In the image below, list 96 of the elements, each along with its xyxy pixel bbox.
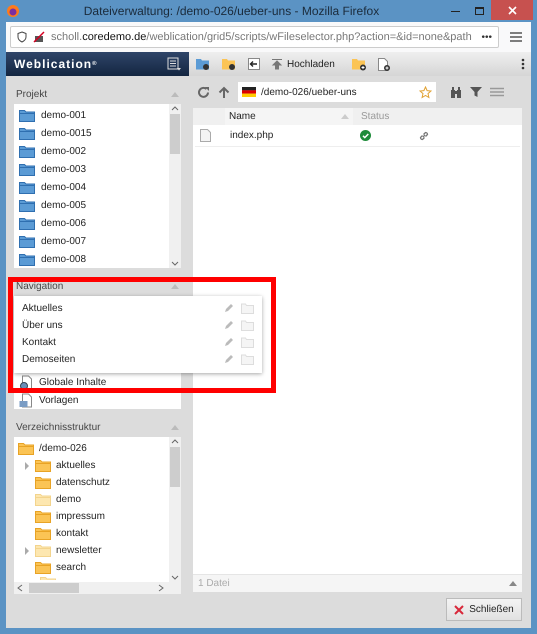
new-file-icon[interactable] bbox=[376, 56, 391, 72]
window-title: Dateiverwaltung: /demo-026/ueber-uns - Mozilla Firefox bbox=[82, 3, 380, 20]
folder-icon bbox=[19, 162, 35, 176]
path-field[interactable]: /demo-026/ueber-uns bbox=[238, 82, 436, 102]
project-item[interactable]: demo-002 bbox=[14, 142, 169, 160]
navigation-entry[interactable]: Aktuelles bbox=[22, 301, 224, 316]
folder-icon bbox=[19, 198, 35, 212]
globe-page-icon bbox=[19, 374, 33, 390]
new-folder-icon[interactable] bbox=[350, 57, 367, 71]
folder-settings-icon[interactable] bbox=[221, 57, 237, 71]
tree-item[interactable]: datenschutz bbox=[14, 474, 169, 491]
tree-item[interactable]: search bbox=[14, 559, 169, 576]
navigation-entry[interactable]: Demoseiten bbox=[22, 352, 224, 367]
project-item[interactable]: demo-006 bbox=[14, 214, 169, 232]
navigation-entry[interactable]: Kontakt bbox=[22, 335, 224, 350]
section-title: Verzeichnisstruktur bbox=[16, 420, 100, 434]
folder-icon bbox=[18, 442, 34, 455]
folder-icon bbox=[19, 126, 35, 140]
project-item[interactable]: demo-001 bbox=[14, 106, 169, 124]
tree-item[interactable]: newsletter bbox=[14, 542, 169, 559]
filter-icon[interactable] bbox=[470, 86, 482, 98]
folder-icon bbox=[19, 234, 35, 248]
folder-icon bbox=[35, 527, 51, 540]
tree-item[interactable]: aktuelles bbox=[14, 457, 169, 474]
close-icon bbox=[454, 604, 464, 614]
folder-icon bbox=[35, 476, 51, 489]
url-text: scholl.coredemo.de/weblication/grid5/scripts/wFileselector.php?action=&id=none&path bbox=[51, 30, 473, 45]
browser-logo-icon bbox=[6, 4, 20, 18]
menu-icon[interactable] bbox=[509, 31, 523, 43]
close-dialog-button[interactable]: Schließen bbox=[446, 598, 522, 621]
project-item[interactable]: demo-008 bbox=[14, 250, 169, 268]
scrollbar[interactable] bbox=[169, 437, 181, 582]
collapse-icon[interactable] bbox=[171, 92, 179, 96]
folder-icon[interactable] bbox=[241, 337, 254, 348]
sort-icon bbox=[341, 114, 349, 119]
navigation-entry[interactable]: Über uns bbox=[22, 318, 224, 333]
project-item[interactable]: demo-004 bbox=[14, 178, 169, 196]
scroll-left-icon bbox=[17, 584, 23, 592]
tree-item[interactable]: impressum bbox=[14, 508, 169, 525]
section-title: Navigation bbox=[16, 280, 64, 294]
menu-list-icon[interactable] bbox=[167, 57, 181, 71]
folder-icon bbox=[35, 493, 51, 506]
navigation-item[interactable]: Vorlagen bbox=[14, 391, 181, 409]
close-icon bbox=[508, 6, 516, 14]
scrollbar[interactable] bbox=[169, 104, 181, 268]
more-actions-button[interactable]: ••• bbox=[481, 30, 492, 44]
section-title: Projekt bbox=[16, 88, 48, 102]
close-button[interactable] bbox=[491, 0, 533, 20]
binoculars-icon[interactable] bbox=[450, 86, 462, 98]
tree-item[interactable]: kontakt bbox=[14, 525, 169, 542]
file-icon bbox=[200, 129, 211, 142]
folder-icon bbox=[19, 180, 35, 194]
project-item[interactable]: demo-003 bbox=[14, 160, 169, 178]
folder-icon bbox=[19, 108, 35, 122]
file-count: 1 Datei bbox=[198, 577, 230, 591]
folder-icon bbox=[19, 252, 35, 266]
project-item[interactable]: demo-007 bbox=[14, 232, 169, 250]
insecure-lock-icon bbox=[33, 31, 45, 43]
expand-caret-icon[interactable] bbox=[24, 462, 30, 470]
brand-logo: Weblication$^{®}$ bbox=[14, 56, 98, 73]
folder-icon[interactable] bbox=[241, 320, 254, 331]
folder-icon bbox=[19, 144, 35, 158]
up-arrow-icon[interactable] bbox=[218, 86, 230, 98]
url-field[interactable]: scholl.coredemo.de/weblication/grid5/scripts/wFileselector.php?action=&id=none&path ••• bbox=[10, 26, 499, 48]
folder-settings-icon[interactable] bbox=[195, 57, 211, 71]
project-item[interactable]: demo-0015 bbox=[14, 124, 169, 142]
folder-icon bbox=[35, 510, 51, 523]
navigation-item[interactable]: Globale Inhalte bbox=[14, 373, 181, 391]
refresh-icon[interactable] bbox=[197, 86, 210, 98]
file-name[interactable]: index.php bbox=[230, 128, 358, 143]
tree-item[interactable]: /demo-026 bbox=[14, 440, 169, 457]
folder-icon bbox=[35, 544, 51, 557]
folder-icon bbox=[35, 561, 51, 574]
shield-icon bbox=[17, 31, 27, 43]
folder-icon bbox=[35, 459, 51, 472]
expand-caret-icon[interactable] bbox=[24, 546, 30, 554]
tree-item[interactable]: demo bbox=[14, 491, 169, 508]
scroll-thumb[interactable] bbox=[170, 447, 180, 487]
folder-icon bbox=[19, 216, 35, 230]
folder-icon[interactable] bbox=[241, 303, 254, 314]
german-flag-icon bbox=[242, 87, 256, 97]
scroll-right-icon bbox=[158, 584, 164, 592]
collapse-icon[interactable] bbox=[171, 284, 179, 288]
expand-icon[interactable] bbox=[509, 581, 517, 586]
project-item[interactable]: demo-005 bbox=[14, 196, 169, 214]
upload-button[interactable]: Hochladen bbox=[271, 56, 335, 72]
star-icon[interactable] bbox=[419, 86, 432, 98]
import-icon[interactable] bbox=[247, 57, 261, 71]
horizontal-scrollbar[interactable] bbox=[14, 582, 181, 594]
more-options-icon[interactable] bbox=[521, 58, 525, 70]
list-view-icon[interactable] bbox=[490, 87, 504, 97]
name-column-header[interactable]: Name bbox=[225, 108, 353, 125]
folder-icon[interactable] bbox=[241, 354, 254, 365]
collapse-icon[interactable] bbox=[171, 424, 179, 430]
scroll-thumb[interactable] bbox=[170, 114, 180, 154]
upload-icon bbox=[271, 58, 283, 70]
